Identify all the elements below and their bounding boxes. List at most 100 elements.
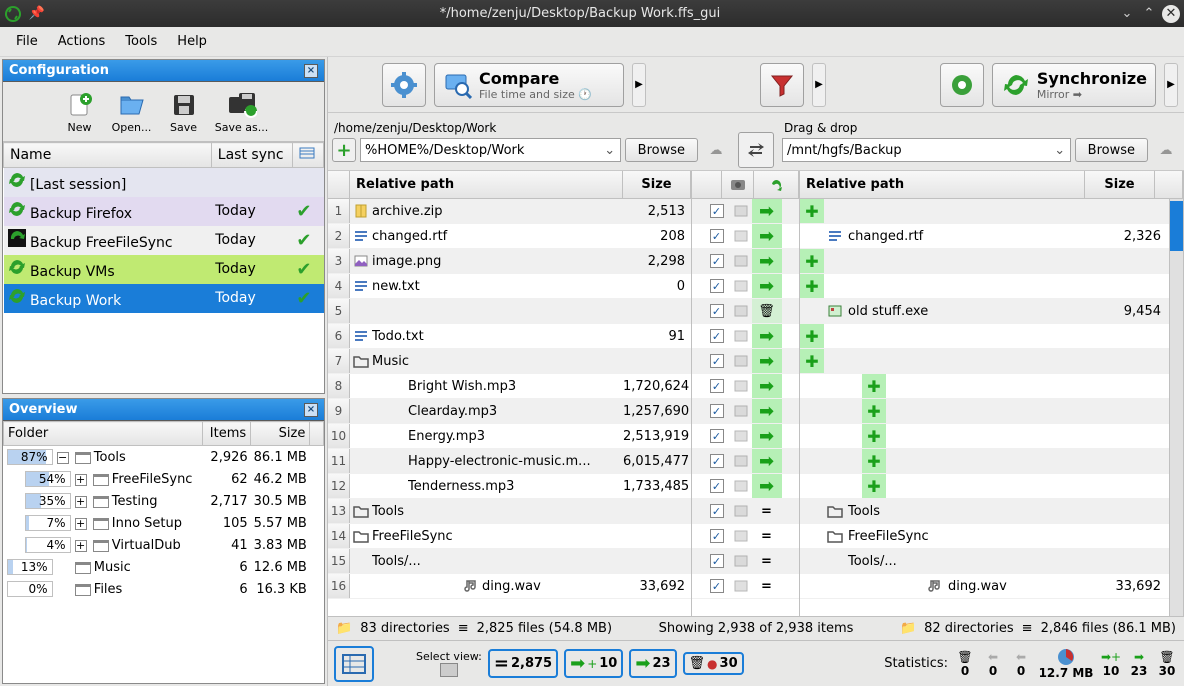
filter-button[interactable] [760, 63, 804, 107]
browse-left-button[interactable]: Browse [625, 138, 698, 162]
view-create-button[interactable]: ➡+ 10 [564, 649, 623, 678]
file-row[interactable]: 14FreeFileSync [328, 524, 691, 549]
include-checkbox[interactable]: ✓ [710, 229, 724, 243]
view-mode-button[interactable] [334, 646, 374, 682]
file-row[interactable]: 11Happy-electronic-music.m...6,015,477 [328, 449, 691, 474]
action-cell[interactable]: ✓➡ [692, 224, 799, 249]
include-checkbox[interactable]: ✓ [710, 279, 724, 293]
overview-row[interactable]: 54% + FreeFileSync6246.2 MB [4, 468, 324, 490]
menu-actions[interactable]: Actions [48, 30, 116, 53]
col-name[interactable]: Name [4, 143, 212, 168]
action-cell[interactable]: ✓➡ [692, 274, 799, 299]
include-checkbox[interactable]: ✓ [710, 329, 724, 343]
overview-row[interactable]: 7% + Inno Setup1055.57 MB [4, 512, 324, 534]
compare-dropdown[interactable]: ▶ [632, 63, 646, 107]
file-row[interactable]: 1archive.zip2,513 [328, 199, 691, 224]
file-row-right[interactable]: ding.wav33,692 [800, 574, 1169, 599]
ov-col-items[interactable]: Items [203, 422, 251, 446]
include-checkbox[interactable]: ✓ [710, 304, 724, 318]
action-cell[interactable]: ✓🗑 [692, 299, 799, 324]
action-header[interactable] [754, 171, 799, 198]
include-checkbox[interactable]: ✓ [710, 554, 724, 568]
file-row[interactable]: 3image.png2,298 [328, 249, 691, 274]
overview-row[interactable]: 35% + Testing2,71730.5 MB [4, 490, 324, 512]
left-size-header[interactable]: Size [623, 171, 691, 198]
configuration-list[interactable]: Name Last sync [Last session] Backup Fir… [3, 142, 324, 313]
include-checkbox[interactable]: ✓ [710, 529, 724, 543]
dropdown-icon[interactable]: ⌄ [1052, 143, 1068, 158]
file-row[interactable]: 12Tenderness.mp31,733,485 [328, 474, 691, 499]
file-row[interactable]: 9Clearday.mp31,257,690 [328, 399, 691, 424]
action-cell[interactable]: ✓➡ [692, 199, 799, 224]
config-row[interactable]: Backup FirefoxToday✔ [4, 197, 324, 226]
include-checkbox[interactable]: ✓ [710, 504, 724, 518]
action-cell[interactable]: ✓= [692, 549, 799, 574]
check-header[interactable] [692, 171, 722, 198]
col-lastsync[interactable]: Last sync [211, 143, 292, 168]
action-cell[interactable]: ✓= [692, 524, 799, 549]
menu-tools[interactable]: Tools [115, 30, 167, 53]
file-row[interactable]: 10Energy.mp32,513,919 [328, 424, 691, 449]
pin-icon[interactable]: 📌 [28, 5, 46, 23]
close-button[interactable]: ✕ [1162, 5, 1180, 23]
right-size-header[interactable]: Size [1085, 171, 1155, 198]
file-row[interactable]: 6Todo.txt91 [328, 324, 691, 349]
action-cell[interactable]: ✓➡ [692, 399, 799, 424]
file-row[interactable]: 16ding.wav33,692 [328, 574, 691, 599]
file-row-right[interactable]: ✚ [800, 349, 1169, 374]
action-cell[interactable]: ✓➡ [692, 324, 799, 349]
saveas-button[interactable]: Save as... [211, 86, 273, 137]
view-equal-button[interactable]: = 2,875 [488, 649, 558, 678]
include-checkbox[interactable]: ✓ [710, 254, 724, 268]
include-checkbox[interactable]: ✓ [710, 479, 724, 493]
cloud-right-icon[interactable]: ☁ [1152, 138, 1180, 162]
new-button[interactable]: New [55, 86, 105, 137]
action-cell[interactable]: ✓= [692, 499, 799, 524]
file-row-right[interactable]: ✚ [800, 474, 1169, 499]
ov-col-folder[interactable]: Folder [4, 422, 203, 446]
file-row-right[interactable]: Tools [800, 499, 1169, 524]
compare-button[interactable]: Compare File time and size 🕐 [434, 63, 624, 107]
sync-settings-button[interactable] [940, 63, 984, 107]
file-row-right[interactable]: ✚ [800, 424, 1169, 449]
action-cell[interactable]: ✓➡ [692, 349, 799, 374]
ov-col-size[interactable]: Size [251, 422, 310, 446]
config-row[interactable]: Backup VMsToday✔ [4, 255, 324, 284]
expander-icon[interactable]: + [75, 540, 87, 552]
category-header[interactable] [722, 171, 754, 198]
menu-file[interactable]: File [6, 30, 48, 53]
configuration-close-icon[interactable]: × [304, 64, 318, 78]
col-settings-icon[interactable] [292, 143, 323, 168]
config-row[interactable]: [Last session] [4, 168, 324, 197]
maximize-button[interactable]: ⌃ [1140, 5, 1158, 23]
include-checkbox[interactable]: ✓ [710, 579, 724, 593]
file-row-right[interactable]: old stuff.exe9,454 [800, 299, 1169, 324]
action-cell[interactable]: ✓= [692, 574, 799, 599]
expander-icon[interactable]: + [75, 474, 87, 486]
file-row[interactable]: 2changed.rtf208 [328, 224, 691, 249]
left-relpath-header[interactable]: Relative path [350, 171, 623, 198]
minimize-button[interactable]: ⌄ [1118, 5, 1136, 23]
swap-sides-button[interactable] [738, 132, 774, 168]
file-row-right[interactable]: FreeFileSync [800, 524, 1169, 549]
sync-dropdown[interactable]: ▶ [1164, 63, 1178, 107]
include-checkbox[interactable]: ✓ [710, 429, 724, 443]
config-row[interactable]: Backup FreeFileSyncToday✔ [4, 226, 324, 255]
file-row[interactable]: 4new.txt0 [328, 274, 691, 299]
synchronize-button[interactable]: Synchronize Mirror ➡ [992, 63, 1156, 107]
file-row-right[interactable]: ✚ [800, 199, 1169, 224]
filter-dropdown[interactable]: ▶ [812, 63, 826, 107]
include-checkbox[interactable]: ✓ [710, 454, 724, 468]
cloud-left-icon[interactable]: ☁ [702, 138, 730, 162]
right-relpath-header[interactable]: Relative path [800, 171, 1085, 198]
dropdown-icon[interactable]: ⌄ [602, 143, 618, 158]
overview-row[interactable]: 0% Files616.3 KB [4, 578, 324, 600]
config-row[interactable]: Backup WorkToday✔ [4, 284, 324, 313]
include-checkbox[interactable]: ✓ [710, 204, 724, 218]
camera-icon[interactable] [440, 663, 458, 677]
add-pair-button[interactable]: + [332, 138, 356, 162]
compare-settings-button[interactable] [382, 63, 426, 107]
file-row-right[interactable]: ✚ [800, 324, 1169, 349]
expander-icon[interactable]: − [57, 452, 69, 464]
overview-row[interactable]: 13% Music612.6 MB [4, 556, 324, 578]
